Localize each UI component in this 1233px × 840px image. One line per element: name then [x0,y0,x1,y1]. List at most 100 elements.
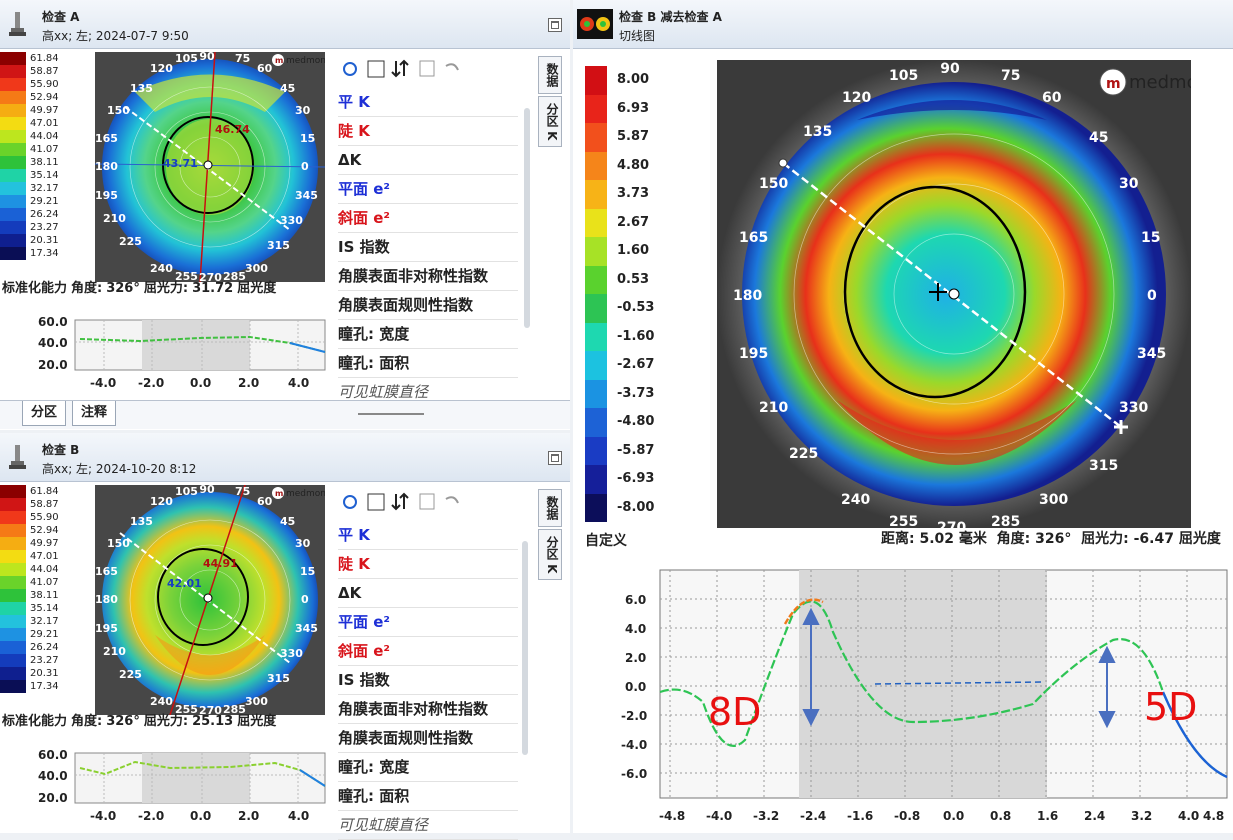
angle-345: 345 [1137,346,1166,362]
report-icon[interactable] [367,60,385,78]
exam-b-side-tabs: 数据 分区 K [538,489,562,582]
legend-row: 35.14 [0,602,59,615]
side-tab-zone-k[interactable]: 分区 K [538,96,562,148]
k-list-item[interactable]: 陡 K [338,550,518,579]
tab-zones[interactable]: 分区 [22,401,67,426]
legend-row: 26.24 [0,641,59,654]
difference-profile-chart[interactable]: 8D 5D 6.0 4.0 2.0 0.0 -2.0 -4.0 -6.0 -4.8 -4.0 -… [573,562,1233,833]
mini-xtick: -4.0 [90,809,116,823]
angle-0: 0 [1147,288,1157,304]
undo-icon[interactable] [445,496,459,504]
sort-icon[interactable] [391,59,409,78]
refresh-icon[interactable] [343,62,357,76]
legend-swatch [0,615,26,628]
exam-b-color-legend: 61.84 58.87 55.90 52.94 49.97 47.01 44.04 41.07… [0,485,59,693]
exam-b-topography-map[interactable]: 44.91 42.01 90 75 60 45 30 15 0 345 330 315 300 285… [95,485,325,715]
k-list-item[interactable]: 瞳孔: 面积 [338,349,518,378]
xtick: -4.8 [659,809,685,823]
legend-swatch [585,408,607,437]
side-tab-data[interactable]: 数据 [538,489,562,527]
k-list-item[interactable]: 角膜表面非对称性指数 [338,262,518,291]
angle-30: 30 [295,537,311,550]
k-list-item[interactable]: ΔK [338,146,518,175]
k-list-item[interactable]: 平面 e² [338,608,518,637]
angle-330: 330 [280,647,303,660]
legend-row: 32.17 [0,182,59,195]
k-list-item[interactable]: 平 K [338,521,518,550]
k-list-item[interactable]: 瞳孔: 宽度 [338,753,518,782]
legend-swatch [0,195,26,208]
k-list-item[interactable]: 平面 e² [338,175,518,204]
k-list-item[interactable]: 瞳孔: 面积 [338,782,518,811]
k-list-item[interactable]: 角膜表面非对称性指数 [338,695,518,724]
legend-row: 5.87 [585,123,655,152]
angle-315: 315 [1089,458,1118,474]
k-list-item[interactable]: 陡 K [338,117,518,146]
report-icon[interactable] [367,493,385,511]
exam-b-header: 检查 B 高xx; 左; 2024-10-20 8:12 [0,433,570,482]
exam-b-title: 检查 B [42,443,80,457]
legend-value: 58.87 [30,499,59,510]
tab-notes[interactable]: 注释 [72,401,117,426]
save-icon[interactable] [419,493,435,510]
angle-210: 210 [103,645,126,658]
exam-a-header: 检查 A 高xx; 左; 2024-07-7 9:50 [0,0,570,49]
legend-swatch [585,208,607,237]
k-list-item[interactable]: 瞳孔: 宽度 [338,320,518,349]
legend-swatch [0,65,26,78]
save-icon[interactable] [419,60,435,77]
legend-swatch [0,667,26,680]
legend-value: 52.94 [30,92,59,103]
legend-swatch [585,436,607,465]
legend-row: 41.07 [0,576,59,589]
k-list-item[interactable]: 斜面 e² [338,204,518,233]
legend-mode-label[interactable]: 自定义 [585,530,627,550]
legend-swatch [585,465,607,494]
exam-b-profile-chart[interactable]: 60.0 40.0 20.0 -4.0 -2.0 0.0 2.0 4.0 [0,748,330,833]
k-list-item[interactable]: 可见虹膜直径 [338,811,518,840]
k-list-item[interactable]: 角膜表面规则性指数 [338,724,518,753]
k-list-item[interactable]: ΔK [338,579,518,608]
legend-value: 44.04 [30,564,59,575]
xtick: -3.2 [753,809,779,823]
sort-icon[interactable] [391,492,409,511]
angle-15: 15 [1141,230,1160,246]
ytick: 2.0 [625,651,646,665]
legend-row: 0.53 [585,265,655,294]
k-list-scroll-indicator[interactable] [358,413,424,415]
ytick: 0.0 [625,680,646,694]
undo-icon[interactable] [445,63,459,71]
maximize-button[interactable] [548,18,562,32]
side-tab-data[interactable]: 数据 [538,56,562,94]
angle-240: 240 [150,262,173,275]
legend-swatch [585,123,607,152]
k-list-item[interactable]: 平 K [338,88,518,117]
difference-status: 距离: 5.02 毫米 角度: 326° 屈光力: -6.47 屈光度 [881,531,1221,547]
refresh-icon[interactable] [343,495,357,509]
k-list-item[interactable]: 斜面 e² [338,637,518,666]
maximize-button[interactable] [548,451,562,465]
exam-a-profile-chart[interactable]: 60.0 40.0 20.0 -4.0 -2.0 0.0 2.0 4.0 [0,315,330,400]
legend-value: 23.27 [30,655,59,666]
legend-row: 2.67 [585,208,655,237]
medmont-logo: mmedmont [272,54,325,66]
mini-ytick: 20.0 [38,358,68,372]
ytick: 6.0 [625,593,646,607]
exam-b-k-scrollbar[interactable] [522,541,528,755]
k-list-item[interactable]: IS 指数 [338,233,518,262]
side-tab-zone-k[interactable]: 分区 K [538,529,562,581]
difference-topography-map[interactable]: 90 75 60 45 30 15 0 345 330 315 300 285 270 255 240 225… [717,60,1191,528]
angle-195: 195 [739,346,768,362]
legend-row: 61.84 [0,52,59,65]
exam-a-topography-map[interactable]: 46.74 43.71 90 75 60 45 30 15 0 345 330 315 300 285… [95,52,325,282]
k-list-item[interactable]: IS 指数 [338,666,518,695]
angle-150: 150 [759,176,788,192]
exam-a-k-scrollbar[interactable] [524,108,530,328]
k-list-item[interactable]: 角膜表面规则性指数 [338,291,518,320]
angle-15: 15 [300,565,315,578]
legend-row: 4.80 [585,151,655,180]
legend-swatch [0,234,26,247]
xtick: -4.0 [706,809,732,823]
angle-240: 240 [150,695,173,708]
angle-45: 45 [280,82,295,95]
